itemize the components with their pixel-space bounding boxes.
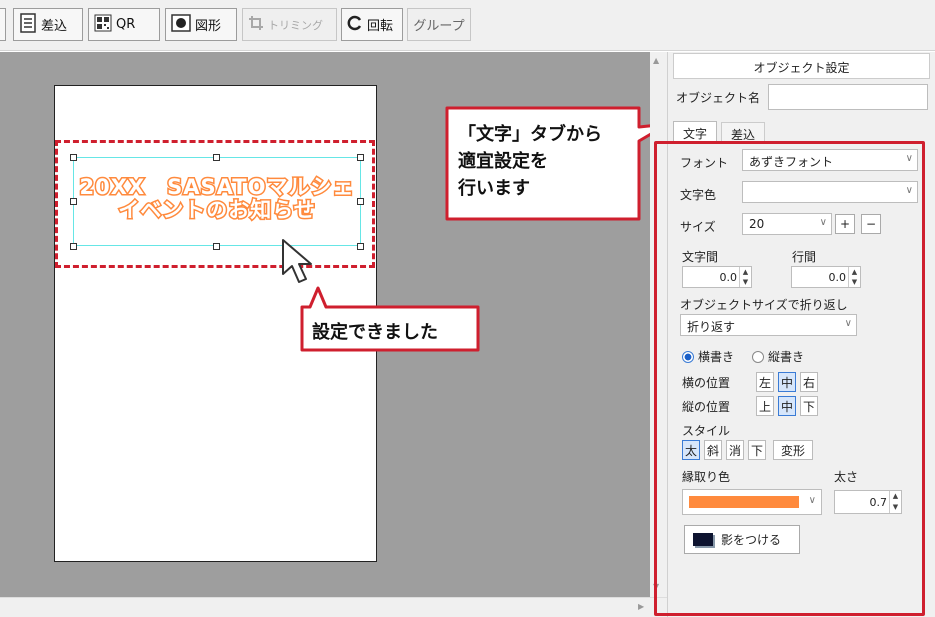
thickness-label: 太さ [834,470,859,484]
outline-color-swatch [689,496,799,508]
style-strikethrough[interactable]: 消 [726,440,744,460]
tab-hint-line-3: 行います [458,178,530,199]
size-decrease-button[interactable]: − [861,214,881,234]
char-spacing-label: 文字間 [682,250,719,264]
tab-text[interactable]: 文字 [673,121,717,142]
spinner-arrows-icon[interactable]: ▲ ▼ [889,491,901,513]
chevron-down-icon: ∨ [819,217,827,228]
outline-color-label: 縁取り色 [682,470,731,484]
chevron-down-icon: ∨ [905,153,913,164]
toolbar-partial-button[interactable] [0,8,6,41]
size-increase-button[interactable]: + [835,214,855,234]
merge-button[interactable]: 差込 [13,8,83,41]
size-value: 20 [749,217,765,231]
object-name-input[interactable] [768,84,928,110]
object-settings-panel: オブジェクト設定 オブジェクト名 文字 差込 フォント あずきフォント ∨ 文字色… [654,52,935,617]
scroll-right-arrow-icon[interactable]: ▶ [638,602,644,611]
h-position-right[interactable]: 右 [800,372,818,392]
spinner-arrows-icon[interactable]: ▲ ▼ [739,267,751,287]
chevron-down-icon: ∨ [905,185,913,196]
document-icon [19,12,37,37]
qr-button[interactable]: QR [88,8,160,41]
size-select[interactable]: 20 ∨ [742,213,832,235]
shadow-icon [693,533,713,546]
transform-button[interactable]: 変形 [773,440,813,460]
chevron-down-icon: ∨ [844,318,852,329]
char-spacing-value: 0.0 [719,271,738,284]
text-color-label: 文字色 [680,188,717,202]
v-position-top[interactable]: 上 [756,396,774,416]
group-label: グループ [413,19,465,34]
line-spacing-label: 行間 [792,250,817,264]
spinner-arrows-icon[interactable]: ▲ ▼ [848,267,860,287]
v-position-label: 縦の位置 [682,400,731,414]
v-position-bottom[interactable]: 下 [800,396,818,416]
horizontal-writing-label: 横書き [698,350,735,364]
style-bold[interactable]: 太 [682,440,700,460]
h-position-center[interactable]: 中 [778,372,796,392]
thickness-spinner[interactable]: 0.7 ▲ ▼ [834,490,902,514]
shape-icon [171,13,191,36]
tab-hint-line-2: 適宜設定を [458,151,548,172]
radio-checked-icon [682,350,694,363]
highlight-frame [55,140,375,268]
radio-unchecked-icon [752,350,764,363]
font-select[interactable]: あずきフォント ∨ [742,149,918,171]
trim-button[interactable]: トリミング [242,8,337,41]
group-button[interactable]: グループ [407,8,471,41]
mouse-cursor-icon [280,238,320,289]
font-value: あずきフォント [749,155,834,169]
crop-icon [248,15,264,35]
style-underline[interactable]: 下 [748,440,766,460]
wrap-select[interactable]: 折り返す ∨ [680,314,857,336]
horizontal-scrollbar[interactable]: ▶ [0,597,667,617]
style-italic[interactable]: 斜 [704,440,722,460]
horizontal-writing-radio[interactable]: 横書き [682,348,734,365]
toolbar: 差込 QR 図形 トリミング 回転 グループ [0,0,935,51]
line-spacing-value: 0.0 [828,271,847,284]
object-name-label: オブジェクト名 [676,91,761,105]
tab-merge[interactable]: 差込 [721,122,765,142]
style-label: スタイル [682,424,731,438]
wrap-value: 折り返す [687,320,736,334]
done-callout-text: 設定できました [312,322,438,343]
scroll-up-arrow-icon[interactable]: ▲ [653,56,659,65]
tab-hint-line-1: 「文字」タブから [458,124,602,145]
wrap-label: オブジェクトサイズで折り返し [680,298,848,312]
h-position-label: 横の位置 [682,376,731,390]
v-position-middle[interactable]: 中 [778,396,796,416]
outline-color-select[interactable]: ∨ [682,489,822,515]
size-label: サイズ [680,220,716,234]
shadow-button[interactable]: 影をつける [684,525,800,554]
rotate-icon [347,15,363,35]
shape-label: 図形 [195,19,222,34]
text-color-select[interactable]: ∨ [742,181,918,203]
rotate-button[interactable]: 回転 [341,8,403,41]
font-label: フォント [680,156,729,170]
vertical-writing-radio[interactable]: 縦書き [752,348,804,365]
rotate-label: 回転 [367,19,394,34]
char-spacing-spinner[interactable]: 0.0 ▲ ▼ [682,266,752,288]
vertical-writing-label: 縦書き [768,350,805,364]
qr-code-icon [94,14,112,36]
merge-label: 差込 [41,19,68,34]
line-spacing-spinner[interactable]: 0.0 ▲ ▼ [791,266,861,288]
thickness-value: 0.7 [869,496,888,509]
shadow-button-label: 影をつける [721,533,782,547]
chevron-down-icon: ∨ [808,495,816,506]
shape-button[interactable]: 図形 [165,8,237,41]
h-position-left[interactable]: 左 [756,372,774,392]
qr-label: QR [116,17,136,32]
panel-header: オブジェクト設定 [673,53,930,79]
trim-label: トリミング [268,18,323,32]
